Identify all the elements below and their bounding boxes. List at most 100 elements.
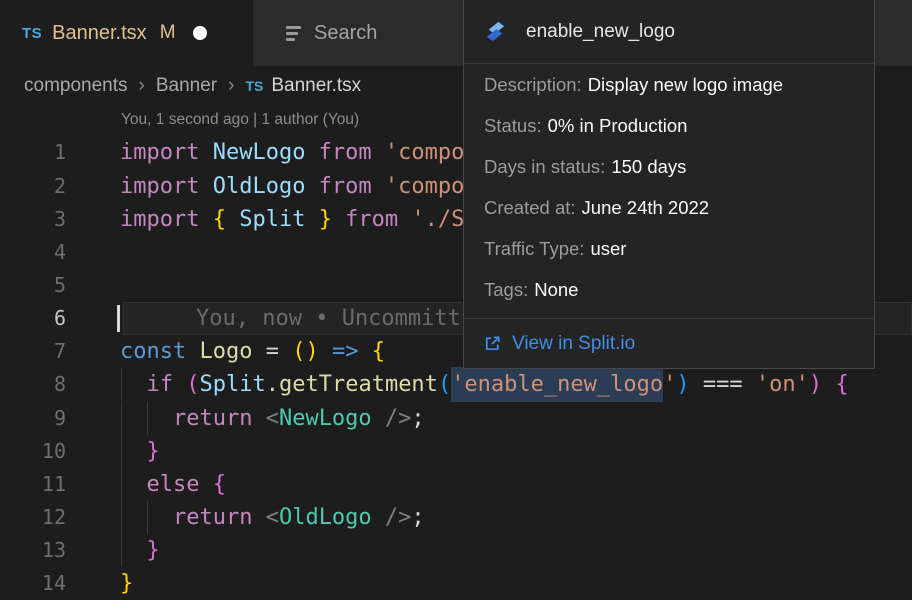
code-token: 'compo xyxy=(385,174,464,199)
code-token: = xyxy=(252,339,292,364)
tab-search[interactable]: Search xyxy=(253,0,377,66)
line-number: 5 xyxy=(0,269,66,302)
code-token: import xyxy=(120,140,213,165)
line-number: 9 xyxy=(0,402,66,435)
field-label: Days in status: xyxy=(484,156,605,177)
code-token: Logo xyxy=(199,339,252,364)
code-line-10[interactable]: 10 } xyxy=(0,435,912,468)
field-value: 150 days xyxy=(611,156,686,177)
flag-field-days-in-status-: Days in status: 150 days xyxy=(484,155,854,179)
code-token: Split xyxy=(226,207,319,232)
breadcrumb-item-banner-tsx[interactable]: TSBanner.tsx xyxy=(245,75,361,97)
field-label: Traffic Type: xyxy=(484,238,584,259)
code-token: OldLogo xyxy=(279,505,372,530)
breadcrumb-label: components xyxy=(24,75,128,97)
unsaved-dot-icon[interactable] xyxy=(193,26,207,40)
code-token xyxy=(120,538,147,563)
breadcrumb-label: Banner xyxy=(156,75,217,97)
split-flag-tooltip: enable_new_logo Description:Display new … xyxy=(463,0,875,369)
code-token: ) xyxy=(676,372,689,397)
line-number: 7 xyxy=(0,335,66,368)
code-token: < xyxy=(266,505,279,530)
code-token: ' xyxy=(663,372,676,397)
flag-field-tags-: Tags: None xyxy=(484,278,854,302)
code-token: } xyxy=(147,538,160,563)
code-token: ( xyxy=(186,372,199,397)
code-token: OldLogo xyxy=(213,174,306,199)
code-token: === xyxy=(690,372,756,397)
line-number: 12 xyxy=(0,501,66,534)
flag-field-status-: Status: 0% in Production xyxy=(484,114,854,138)
breadcrumb-separator: › xyxy=(139,75,145,97)
code-line-11[interactable]: 11 else { xyxy=(0,468,912,501)
search-list-icon xyxy=(286,23,301,44)
breadcrumb-label: Banner.tsx xyxy=(271,75,361,97)
breadcrumb-item-banner[interactable]: Banner xyxy=(156,75,217,97)
tab-banner-tsx[interactable]: TS Banner.tsx M xyxy=(0,0,253,66)
code-token: return xyxy=(173,505,266,530)
code-line-13[interactable]: 13 } xyxy=(0,534,912,567)
text-cursor-icon xyxy=(117,305,120,332)
line-number: 8 xyxy=(0,368,66,401)
code-token: ; xyxy=(411,505,424,530)
field-label: Created at: xyxy=(484,197,576,218)
field-label: Tags: xyxy=(484,279,528,300)
breadcrumb: components › Banner › TSBanner.tsx xyxy=(0,66,361,106)
external-link-icon xyxy=(483,334,502,353)
code-token: ; xyxy=(411,406,424,431)
line-number: 11 xyxy=(0,468,66,501)
code-token xyxy=(120,372,147,397)
git-modified-badge: M xyxy=(160,22,176,44)
code-token: getTreatment xyxy=(279,372,438,397)
code-text: else { xyxy=(120,468,226,501)
code-token: => xyxy=(319,339,372,364)
code-text: if (Split.getTreatment('enable_new_logo'… xyxy=(120,368,849,401)
code-token: 'enable_new_logo xyxy=(451,367,663,402)
code-token xyxy=(120,439,147,464)
line-number: 13 xyxy=(0,534,66,567)
code-token: { xyxy=(213,207,226,232)
code-token: 'on' xyxy=(756,372,809,397)
line-number: 6 xyxy=(0,302,66,335)
field-label: Status: xyxy=(484,115,542,136)
code-token: < xyxy=(266,406,279,431)
code-token: NewLogo xyxy=(213,140,306,165)
flag-details: Description:Display new logo image Status… xyxy=(464,64,874,319)
code-line-12[interactable]: 12 return <OldLogo />; xyxy=(0,501,912,534)
code-line-14[interactable]: 14} xyxy=(0,567,912,600)
field-value: None xyxy=(534,279,578,300)
code-text: } xyxy=(120,534,160,567)
code-line-8[interactable]: 8 if (Split.getTreatment('enable_new_log… xyxy=(0,368,912,401)
code-token: from xyxy=(305,174,384,199)
code-token: } xyxy=(147,439,160,464)
code-token: import xyxy=(120,207,213,232)
flag-field-description-: Description:Display new logo image xyxy=(484,73,854,97)
code-text: import { Split } from './S xyxy=(120,203,464,236)
flag-field-traffic-type-: Traffic Type:user xyxy=(484,237,854,261)
tooltip-header: enable_new_logo xyxy=(464,0,874,64)
code-text: import OldLogo from 'compo xyxy=(120,170,464,203)
code-text: const Logo = () => { xyxy=(120,335,385,368)
code-token: Split xyxy=(200,372,266,397)
field-value: June 24th 2022 xyxy=(582,197,710,218)
code-text: import NewLogo from 'compo xyxy=(120,136,464,169)
line-number: 2 xyxy=(0,170,66,203)
vscode-window: TS Banner.tsx M Search components › Banner… xyxy=(0,0,912,600)
code-text: } xyxy=(120,435,160,468)
codelens-annotation[interactable]: You, 1 second ago | 1 author (You) xyxy=(121,111,359,129)
view-in-splitio-link[interactable]: View in Split.io xyxy=(512,333,635,355)
code-token: } xyxy=(319,207,332,232)
code-text: return <NewLogo />; xyxy=(120,402,425,435)
code-token: return xyxy=(173,406,266,431)
search-tab-label: Search xyxy=(314,22,377,45)
breadcrumb-item-components[interactable]: components xyxy=(24,75,128,97)
tab-title: Banner.tsx xyxy=(52,22,147,45)
line-number: 10 xyxy=(0,435,66,468)
code-token xyxy=(120,505,173,530)
breadcrumb-separator: › xyxy=(228,75,234,97)
code-token: /> xyxy=(372,505,412,530)
code-token xyxy=(120,472,147,497)
code-line-9[interactable]: 9 return <NewLogo />; xyxy=(0,402,912,435)
code-token: { xyxy=(372,339,385,364)
field-value: 0% in Production xyxy=(548,115,688,136)
